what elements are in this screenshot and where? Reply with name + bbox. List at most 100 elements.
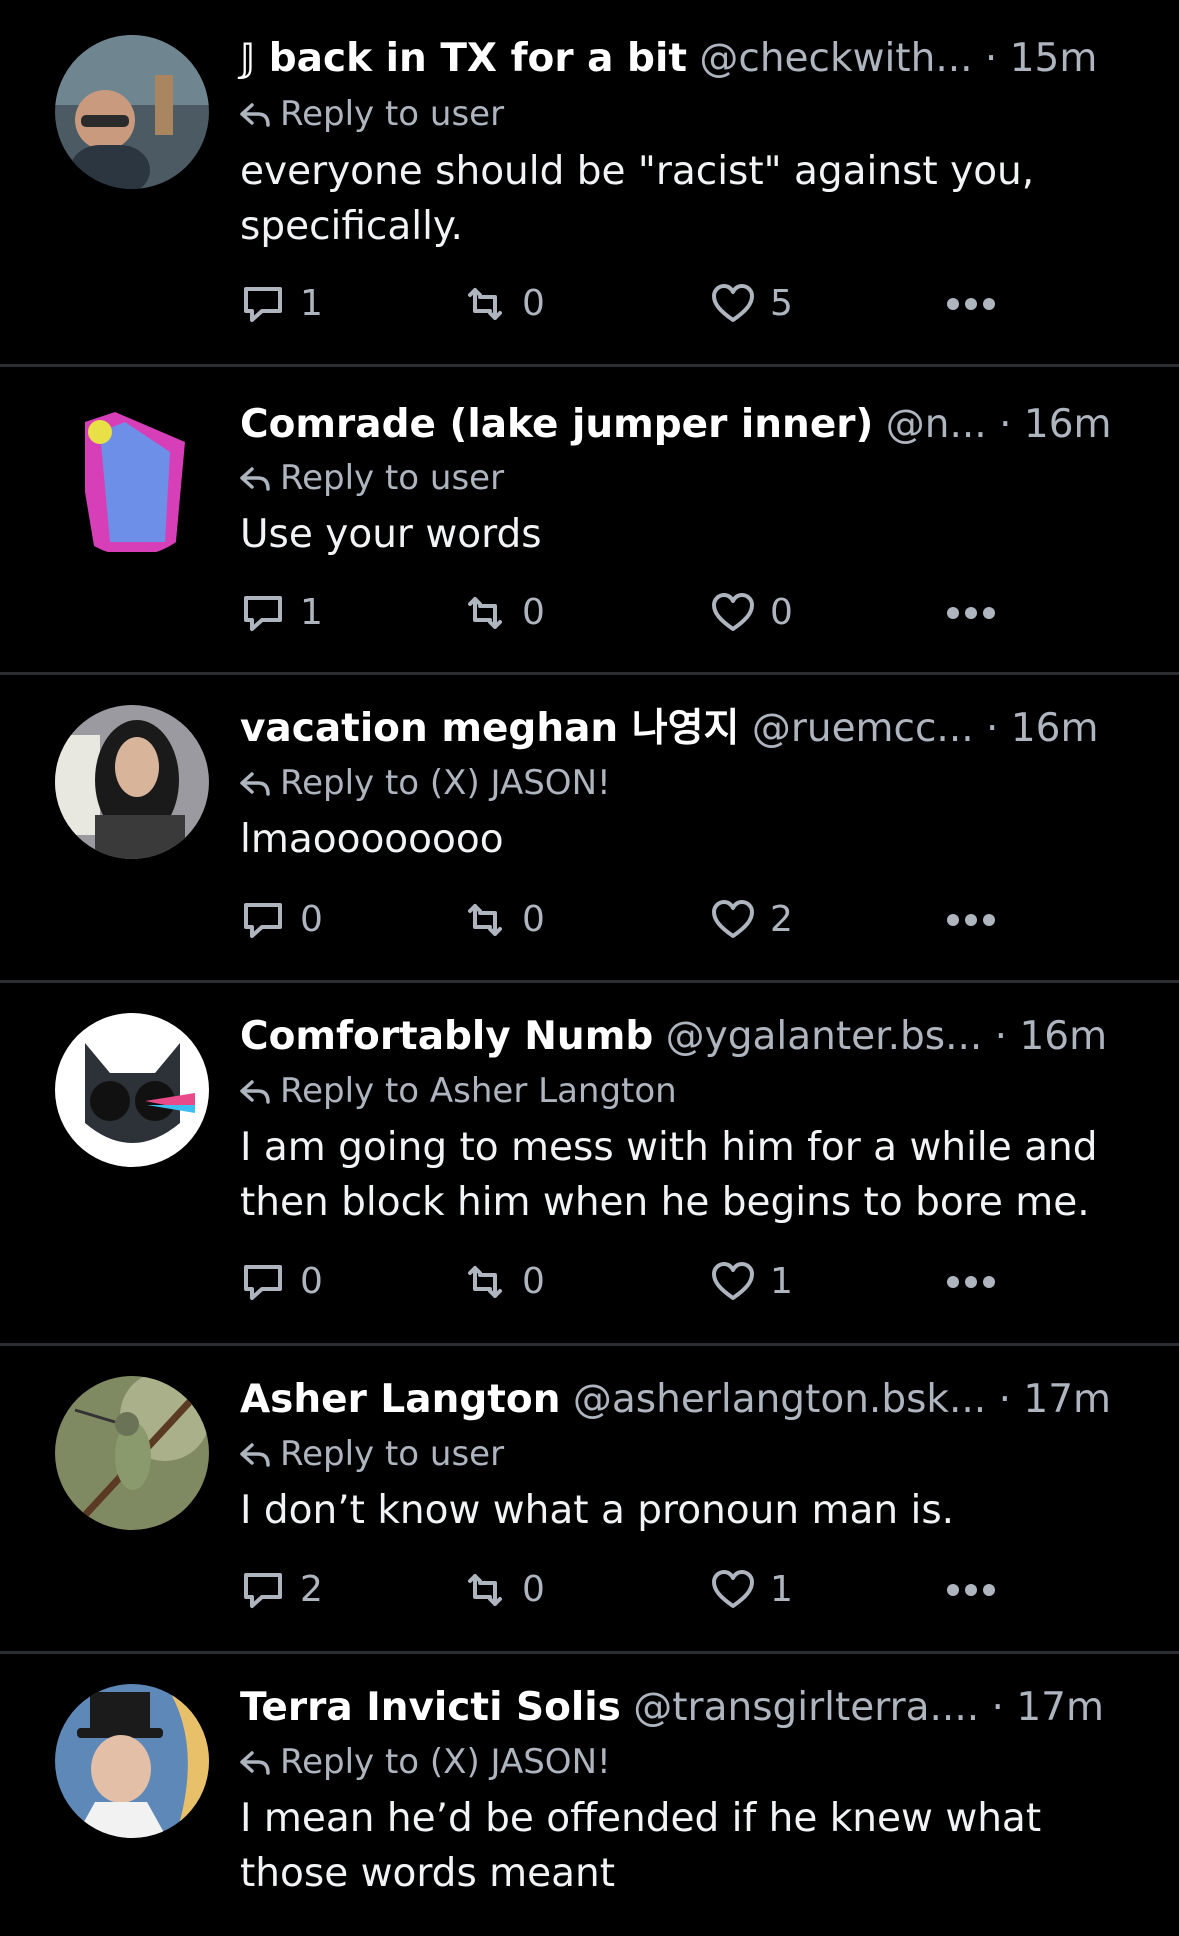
more-button[interactable] (945, 588, 1011, 638)
post[interactable]: vacation meghan 나영지 @ruemcc... · 16m Rep… (0, 675, 1179, 980)
post-actions: 1 0 0 (240, 588, 1020, 638)
avatar[interactable] (55, 1013, 209, 1167)
speech-bubble-icon (240, 1567, 286, 1613)
reply-context[interactable]: Reply to (X) JASON! (240, 761, 611, 805)
separator-dot: · (991, 1685, 1004, 1730)
post-text: everyone should be "racist" against you,… (240, 149, 1035, 249)
reply-context[interactable]: Reply to Asher Langton (240, 1069, 677, 1113)
author-handle[interactable]: @ygalanter.bs... (666, 1014, 983, 1059)
post-text: I don’t know what a pronoun man is. (240, 1488, 955, 1533)
repost-icon (462, 281, 508, 327)
like-button[interactable]: 1 (710, 1565, 793, 1615)
separator-dot: · (998, 1377, 1011, 1422)
speech-bubble-icon (240, 590, 286, 636)
timestamp[interactable]: 17m (1023, 1377, 1111, 1422)
author-name[interactable]: Asher Langton (240, 1377, 560, 1422)
timestamp[interactable]: 17m (1016, 1685, 1104, 1730)
reply-count: 1 (300, 283, 323, 324)
like-button[interactable]: 0 (710, 588, 793, 638)
heart-icon (710, 1259, 756, 1305)
post[interactable]: Terra Invicti Solis @transgirlterra.... … (0, 1654, 1179, 1936)
reply-to-label: Reply to Asher Langton (280, 1071, 677, 1111)
like-count: 1 (770, 1569, 793, 1610)
like-count: 1 (770, 1261, 793, 1302)
heart-icon (710, 1567, 756, 1613)
reply-arrow-icon (240, 772, 270, 796)
avatar[interactable] (55, 402, 209, 556)
post[interactable]: Asher Langton @asherlangton.bsk... · 17m… (0, 1346, 1179, 1651)
reply-count: 0 (300, 899, 323, 940)
reply-context[interactable]: Reply to user (240, 92, 504, 136)
timestamp[interactable]: 16m (1024, 402, 1112, 447)
post-actions: 2 0 1 (240, 1565, 1020, 1615)
author-name[interactable]: Comfortably Numb (240, 1014, 653, 1059)
author-handle[interactable]: @asherlangton.bsk... (573, 1377, 986, 1422)
post[interactable]: 𝕁 back in TX for a bit @checkwith... · 1… (0, 0, 1179, 366)
post-text: I mean he’d be offended if he knew what … (240, 1796, 1042, 1896)
repost-button[interactable]: 0 (462, 1257, 545, 1307)
more-dots-icon (945, 294, 997, 314)
repost-button[interactable]: 0 (462, 895, 545, 945)
reply-context[interactable]: Reply to user (240, 1432, 504, 1476)
author-name[interactable]: Comrade (lake jumper inner) (240, 402, 873, 447)
reply-count: 2 (300, 1569, 323, 1610)
like-button[interactable]: 1 (710, 1257, 793, 1307)
heart-icon (710, 590, 756, 636)
speech-bubble-icon (240, 1259, 286, 1305)
like-button[interactable]: 2 (710, 895, 793, 945)
author-handle[interactable]: @n... (886, 402, 987, 447)
repost-icon (462, 1567, 508, 1613)
reply-count: 0 (300, 1261, 323, 1302)
more-dots-icon (945, 603, 997, 623)
timestamp[interactable]: 16m (1019, 1014, 1107, 1059)
repost-count: 0 (522, 283, 545, 324)
post-actions: 0 0 2 (240, 895, 1020, 945)
separator-dot: · (984, 36, 998, 81)
repost-button[interactable]: 0 (462, 1565, 545, 1615)
reply-button[interactable]: 0 (240, 895, 323, 945)
reply-context[interactable]: Reply to (X) JASON! (240, 1740, 611, 1784)
repost-button[interactable]: 0 (462, 279, 545, 329)
post-actions: 1 0 5 (240, 279, 1020, 329)
like-count: 2 (770, 899, 793, 940)
author-handle[interactable]: @checkwith... (699, 36, 972, 81)
more-button[interactable] (945, 1565, 1011, 1615)
author-name[interactable]: Terra Invicti Solis (240, 1685, 621, 1730)
repost-button[interactable]: 0 (462, 588, 545, 638)
speech-bubble-icon (240, 281, 286, 327)
more-dots-icon (945, 1272, 997, 1292)
reply-button[interactable]: 2 (240, 1565, 323, 1615)
more-button[interactable] (945, 1257, 1011, 1307)
timestamp[interactable]: 16m (1011, 706, 1099, 751)
more-dots-icon (945, 910, 997, 930)
avatar[interactable] (55, 1684, 209, 1838)
timestamp[interactable]: 15m (1010, 36, 1098, 81)
reply-context[interactable]: Reply to user (240, 456, 504, 500)
author-name[interactable]: vacation meghan 나영지 (240, 706, 739, 751)
more-button[interactable] (945, 279, 1011, 329)
author-handle[interactable]: @transgirlterra.... (633, 1685, 979, 1730)
avatar[interactable] (55, 705, 209, 859)
reply-button[interactable]: 0 (240, 1257, 323, 1307)
reply-to-label: Reply to user (280, 1434, 505, 1474)
reply-count: 1 (300, 592, 323, 633)
like-button[interactable]: 5 (710, 279, 793, 329)
reply-to-label: Reply to (X) JASON! (280, 763, 611, 803)
repost-icon (462, 897, 508, 943)
repost-icon (462, 1259, 508, 1305)
author-name[interactable]: 𝕁 back in TX for a bit (240, 36, 687, 81)
author-handle[interactable]: @ruemcc... (752, 706, 974, 751)
reply-button[interactable]: 1 (240, 279, 323, 329)
reply-button[interactable]: 1 (240, 588, 323, 638)
repost-count: 0 (522, 592, 545, 633)
repost-count: 0 (522, 1569, 545, 1610)
avatar[interactable] (55, 1376, 209, 1530)
reply-to-label: Reply to (X) JASON! (280, 1742, 611, 1782)
reply-arrow-icon (240, 1443, 270, 1467)
post[interactable]: Comfortably Numb @ygalanter.bs... · 16m … (0, 983, 1179, 1344)
post[interactable]: Comrade (lake jumper inner) @n... · 16m … (0, 367, 1179, 672)
more-button[interactable] (945, 895, 1011, 945)
heart-icon (710, 281, 756, 327)
avatar[interactable] (55, 35, 209, 189)
reply-arrow-icon (240, 1751, 270, 1775)
